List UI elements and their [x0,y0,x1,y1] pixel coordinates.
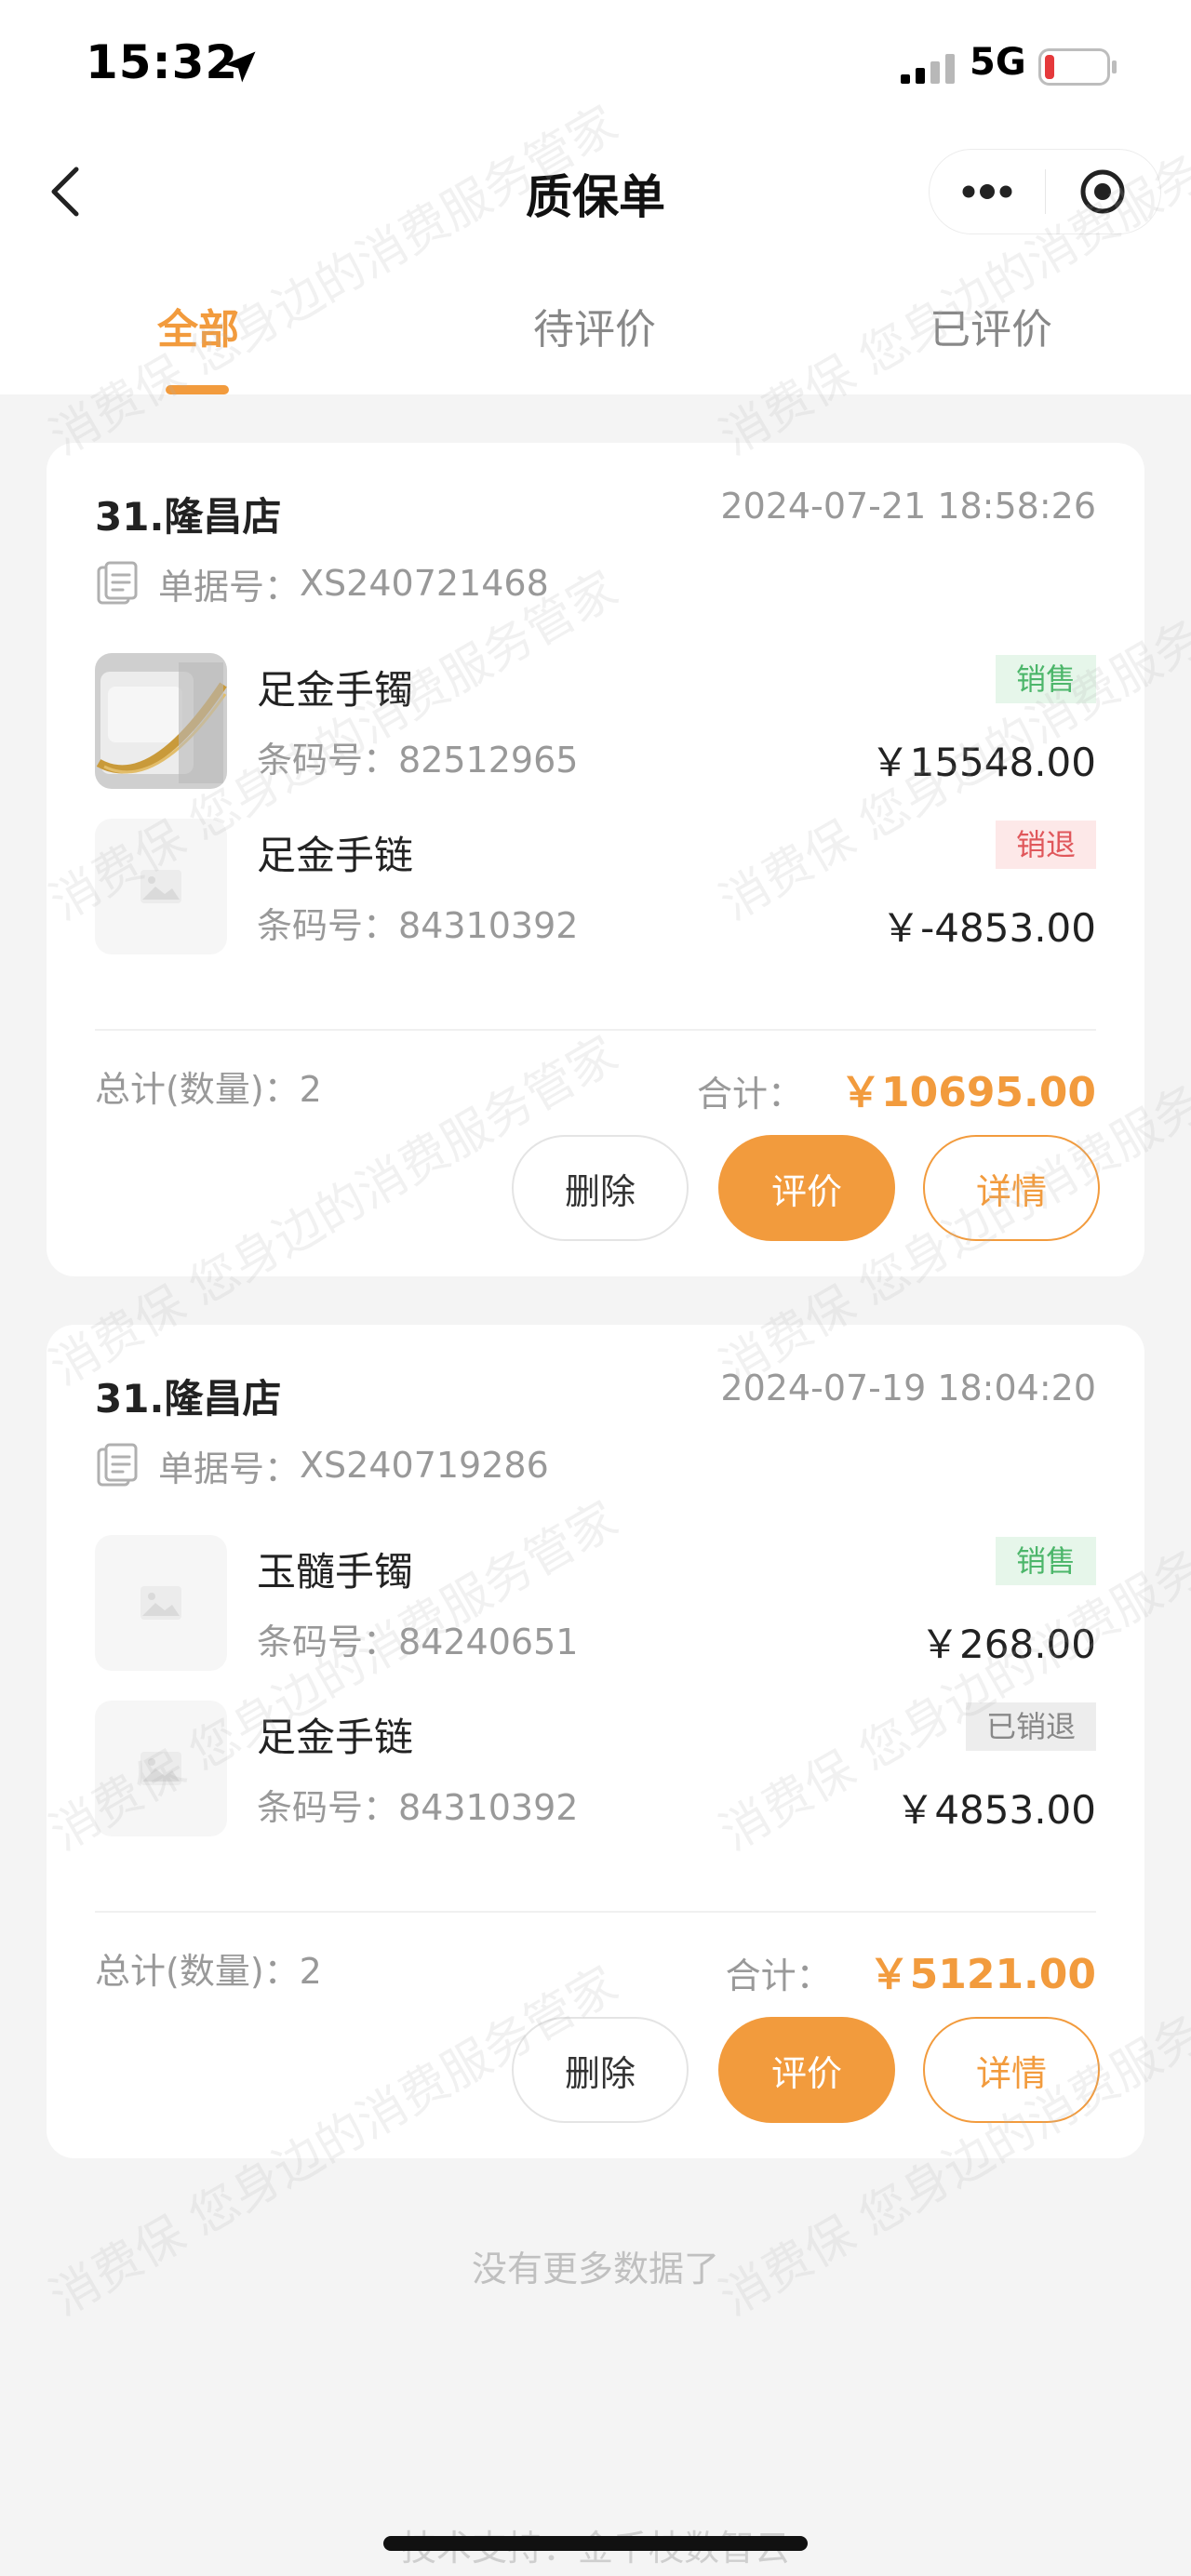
no-more-data-text: 没有更多数据了 [471,2249,719,2289]
barcode-label: 条码号： [257,1622,399,1662]
status-time: 15:32 [86,35,239,89]
total-sum-value: ￥10695.00 [839,1069,1096,1116]
total-quantity-value: 2 [299,1069,322,1110]
barcode-row: 条码号：84310392 [257,1779,578,1830]
barcode-row: 条码号：84310392 [257,897,578,948]
barcode-value: 82512965 [398,740,579,781]
barcode-value: 84310392 [398,905,579,946]
detail-button[interactable]: 详情 [923,1135,1100,1241]
list-item[interactable]: 足金手镯 条码号：82512965 销售 ￥15548.00 [95,653,1096,789]
total-sum-label: 合计： [696,1074,803,1114]
order-datetime: 2024-07-19 18:04:20 [720,1368,1096,1408]
target-close-icon [1080,169,1125,214]
total-quantity: 总计(数量)：2 [95,1061,322,1112]
product-name: 足金手链 [257,1715,414,1760]
tab-pending-review[interactable]: 待评价 [396,296,793,355]
product-photo [95,653,227,789]
total-quantity-label: 总计(数量)： [95,1069,300,1110]
location-arrow-icon [224,51,256,83]
doc-number-row: 单据号： XS240721468 [95,558,549,608]
close-miniprogram-button[interactable] [1046,149,1161,234]
barcode-label: 条码号： [257,740,399,781]
list-item[interactable]: 足金手链 条码号：84310392 销退 ￥-4853.00 [95,819,1096,954]
barcode-row: 条码号：82512965 [257,731,578,782]
doc-number: XS240719286 [300,1445,549,1486]
total-quantity: 总计(数量)：2 [95,1942,322,1994]
total-quantity-value: 2 [299,1951,322,1992]
status-bar: 15:32 5G [0,0,1191,130]
document-icon [97,561,138,605]
doc-label: 单据号： [158,1448,301,1489]
list-item[interactable]: 玉髓手镯 条码号：84240651 销售 ￥268.00 [95,1535,1096,1671]
detail-button[interactable]: 详情 [923,2017,1100,2123]
status-badge: 销退 [995,821,1096,869]
total-sum: 合计： ￥5121.00 [726,1941,1096,2000]
bangle-photo-icon [95,653,227,789]
tab-active-indicator [166,385,229,394]
product-name: 足金手链 [257,833,414,878]
image-placeholder-icon [141,1752,181,1785]
status-badge: 销售 [995,1537,1096,1585]
list-item[interactable]: 足金手链 条码号：84310392 已销退 ￥4853.00 [95,1701,1096,1836]
delete-button[interactable]: 删除 [512,1135,689,1241]
product-name: 玉髓手镯 [257,1549,414,1595]
total-sum-value: ￥5121.00 [868,1951,1096,1998]
doc-number-row: 单据号： XS240719286 [95,1440,549,1490]
doc-label: 单据号： [158,566,301,607]
more-dots-icon [962,184,1012,199]
status-badge: 销售 [995,655,1096,703]
barcode-value: 84240651 [398,1622,579,1662]
tab-all[interactable]: 全部 [0,296,396,355]
item-price: ￥-4853.00 [881,905,1096,951]
product-name: 足金手镯 [257,667,414,713]
total-sum: 合计： ￥10695.00 [697,1059,1096,1118]
item-price: ￥4853.00 [895,1787,1096,1833]
document-icon [97,1443,138,1487]
item-price: ￥15548.00 [870,740,1096,785]
order-datetime: 2024-07-21 18:58:26 [720,486,1096,527]
network-type: 5G [970,41,1026,84]
divider [95,1029,1096,1031]
more-button[interactable] [930,149,1045,234]
nav-bar: 质保单 [0,140,1191,244]
top-area: 15:32 5G 质保单 全部 待评价 已评价 [0,0,1191,394]
delete-button[interactable]: 删除 [512,2017,689,2123]
tab-reviewed[interactable]: 已评价 [793,296,1189,355]
store-name: 31.隆昌店 [95,1376,282,1421]
rate-button[interactable]: 评价 [718,2017,895,2123]
barcode-row: 条码号：84240651 [257,1613,578,1664]
image-placeholder-icon [141,1586,181,1620]
tab-bar: 全部 待评价 已评价 [0,270,1191,394]
total-sum-label: 合计： [725,1955,832,1996]
product-photo-placeholder [95,819,227,954]
status-badge: 已销退 [965,1702,1096,1751]
product-photo-placeholder [95,1535,227,1671]
rate-button[interactable]: 评价 [718,1135,895,1241]
total-quantity-label: 总计(数量)： [95,1951,300,1992]
barcode-label: 条码号： [257,1787,399,1828]
miniprogram-capsule [929,149,1161,234]
divider [95,1911,1096,1913]
store-name: 31.隆昌店 [95,494,282,540]
order-card[interactable]: 31.隆昌店 2024-07-19 18:04:20 单据号： XS240719… [47,1325,1144,2158]
barcode-value: 84310392 [398,1787,579,1828]
cellular-signal-icon [901,54,955,84]
doc-number: XS240721468 [300,563,549,604]
order-card[interactable]: 31.隆昌店 2024-07-21 18:58:26 单据号： XS240721… [47,443,1144,1276]
image-placeholder-icon [141,870,181,903]
item-price: ￥268.00 [920,1622,1096,1667]
home-indicator [383,2536,808,2551]
product-photo-placeholder [95,1701,227,1836]
barcode-label: 条码号： [257,905,399,946]
battery-icon [1038,48,1117,86]
